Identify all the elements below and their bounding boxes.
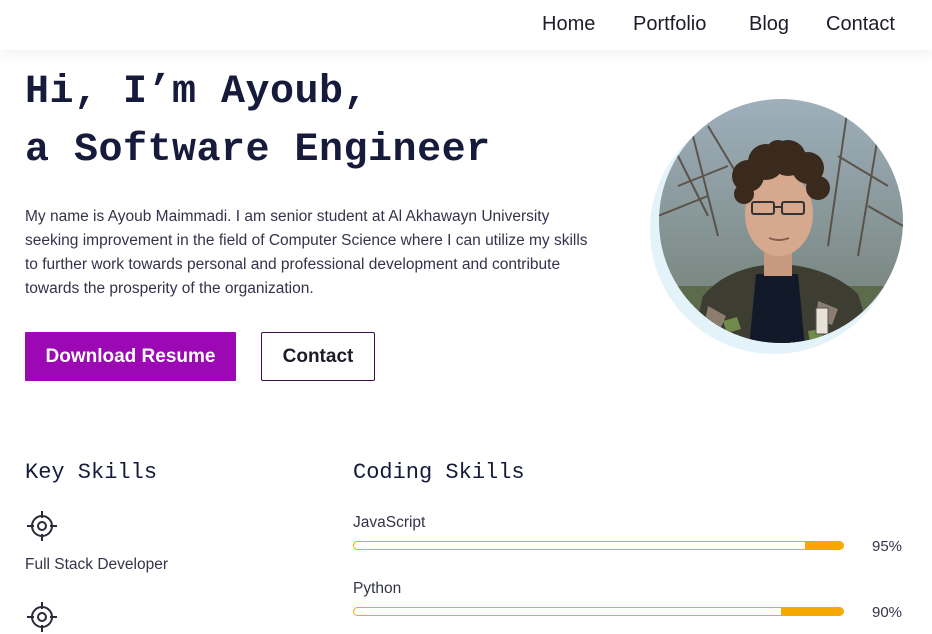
download-resume-button[interactable]: Download Resume <box>25 332 236 381</box>
bio-paragraph: My name is Ayoub Maimmadi. I am senior s… <box>25 208 588 297</box>
skill-progress-bar-javascript <box>353 541 844 550</box>
top-navbar: Home Portfolio Blog Contact <box>0 0 932 50</box>
coding-skill-percent-python: 90% <box>872 604 903 621</box>
contact-button[interactable]: Contact <box>261 332 375 381</box>
hero-title-line-2: a Software Engineer <box>25 128 491 173</box>
nav-blog-link[interactable]: Blog <box>749 13 789 36</box>
nav-portfolio-link[interactable]: Portfolio <box>633 13 706 36</box>
coding-skill-name-javascript: JavaScript <box>353 514 426 531</box>
coding-skill-name-python: Python <box>353 580 402 597</box>
coding-skills-title: Coding Skills <box>353 460 525 485</box>
coding-skill-percent-javascript: 95% <box>872 538 903 555</box>
skill-label-full-stack: Full Stack Developer <box>25 556 169 573</box>
key-skills-title: Key Skills <box>25 460 158 485</box>
target-icon <box>25 509 59 543</box>
nav-contact-link[interactable]: Contact <box>826 13 895 36</box>
hero-title-line-1: Hi, I’m Ayoub, <box>25 70 369 115</box>
skill-progress-fill <box>805 542 843 549</box>
skill-progress-fill <box>781 608 843 615</box>
profile-avatar <box>648 96 910 358</box>
target-icon <box>25 600 59 634</box>
nav-home-link[interactable]: Home <box>542 13 595 36</box>
skill-progress-bar-python <box>353 607 844 616</box>
